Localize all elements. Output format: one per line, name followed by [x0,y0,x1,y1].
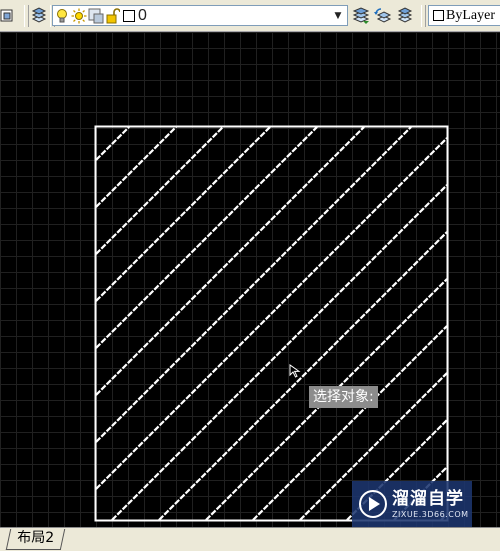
play-logo-icon [359,490,387,518]
hatch-line[interactable] [95,126,177,208]
viewport-freeze-icon[interactable] [88,8,104,24]
hatch-line[interactable] [95,126,130,161]
layer-color-square-icon[interactable] [123,10,135,22]
hatch-line[interactable] [95,126,224,255]
watermark-title: 溜溜自学 [392,489,464,509]
make-current-layer-icon[interactable] [352,7,370,25]
lightbulb-on-icon[interactable] [55,8,69,24]
hatch-drawing[interactable] [0,32,500,527]
bylayer-color-swatch-icon [433,10,444,21]
hatch-pattern[interactable] [95,126,448,521]
boundary-rectangle[interactable] [94,125,449,522]
pickbox-cursor-icon [289,364,301,378]
current-layer-name: 0 [138,7,147,24]
unlock-icon[interactable] [106,8,120,24]
toolbar-grip[interactable] [24,5,29,27]
drawing-canvas[interactable]: 选择对象: 溜溜自学 ZIXUE.3D66.COM [0,32,500,527]
hatch-line[interactable] [95,137,448,490]
layer-toolbar: 0 ▼ ByLayer [0,0,500,32]
watermark-url: ZIXUE.3D66.COM [392,510,469,519]
color-control-dropdown[interactable]: ByLayer [428,5,500,26]
layer-states-icon[interactable] [0,7,16,25]
layer-dropdown[interactable]: 0 ▼ [52,5,348,26]
color-control-value: ByLayer [446,8,495,23]
chevron-down-icon[interactable]: ▼ [331,8,345,23]
toolbar-grip[interactable] [421,5,426,27]
layer-match-icon[interactable] [396,7,414,25]
hatch-line[interactable] [95,126,318,349]
layout-tab-bar: 布局2 [0,527,500,551]
command-tooltip: 选择对象: [309,386,378,408]
layer-previous-icon[interactable] [374,7,392,25]
hatch-line[interactable] [158,231,448,521]
hatch-line[interactable] [95,126,271,302]
tab-layout2[interactable]: 布局2 [5,529,66,550]
watermark-logo: 溜溜自学 ZIXUE.3D66.COM [352,481,472,527]
layer-manager-icon[interactable] [30,7,48,25]
sun-thaw-icon[interactable] [71,8,87,24]
